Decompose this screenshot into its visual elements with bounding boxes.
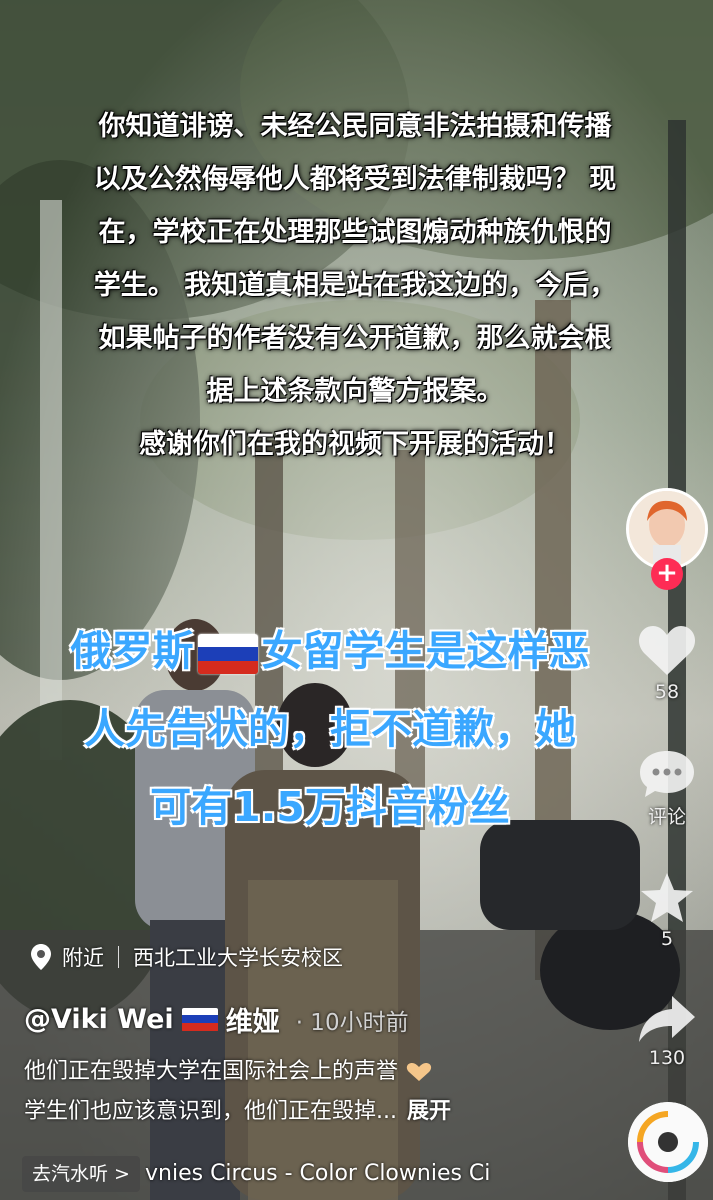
location-pin-icon	[31, 944, 51, 970]
banner-text: 俄罗斯	[70, 627, 194, 675]
comment-button[interactable]: 评论	[622, 748, 712, 829]
caption-line: 如果帖子的作者没有公开道歉，那么就会根	[98, 323, 612, 354]
avatar-image	[629, 491, 705, 567]
comment-icon	[640, 751, 694, 797]
location-label: 附近	[62, 946, 104, 970]
banner-line-2: 人先告状的，拒不道歉，她	[84, 705, 576, 753]
video-caption-overlay: 你知道诽谤、未经公民同意非法拍摄和传播 以及公然侮辱他人都将受到法律制裁吗？ 现…	[40, 100, 670, 471]
like-button[interactable]: 58	[622, 623, 712, 703]
description-text: 学生们也应该意识到，他们正在毁掉...	[24, 1099, 397, 1124]
author-name[interactable]: 维娅	[226, 1000, 280, 1039]
heart-icon	[638, 626, 696, 675]
expand-link[interactable]: 展开	[407, 1099, 451, 1124]
favorite-button[interactable]: 5	[622, 870, 712, 950]
author-line: @Viki Wei 维娅 · 10小时前	[24, 1000, 409, 1039]
video-title-banner: 俄罗斯 女留学生是这样恶 人先告状的，拒不道歉，她 可有1.5万抖音粉丝	[20, 612, 640, 846]
music-disc-icon	[628, 1102, 708, 1182]
share-count: 130	[648, 1047, 686, 1069]
caption-line: 在，学校正在处理那些试图煽动种族仇恨的	[98, 217, 612, 248]
caption-line: 你知道诽谤、未经公民同意非法拍摄和传播	[98, 111, 612, 142]
share-arrow-icon	[639, 996, 695, 1042]
caption-line: 据上述条款向警方报案。	[206, 376, 504, 407]
like-count: 58	[654, 681, 680, 703]
bottom-music-bar: 去汽水听 > vnies Circus - Color Clownies Ci	[0, 1148, 713, 1200]
banner-line-3: 可有1.5万抖音粉丝	[150, 783, 510, 831]
caption-line: 以及公然侮辱他人都将受到法律制裁吗？ 现	[93, 164, 617, 195]
comment-label: 评论	[647, 806, 686, 828]
caption-line: 感谢你们在我的视频下开展的活动！	[139, 429, 571, 460]
listen-on-soda-button[interactable]: 去汽水听 >	[22, 1156, 140, 1192]
favorite-count: 5	[660, 928, 674, 950]
share-button[interactable]: 130	[622, 993, 712, 1069]
post-time: · 10小时前	[295, 1009, 409, 1036]
location-tag[interactable]: 附近 西北工业大学长安校区	[30, 935, 343, 979]
banner-text: 女留学生是这样恶	[261, 627, 590, 675]
location-place: 西北工业大学长安校区	[133, 946, 343, 970]
heart-hands-emoji-icon	[406, 1063, 432, 1081]
follow-button[interactable]: +	[651, 558, 683, 590]
description-text: 他们正在毁掉大学在国际社会上的声誉	[24, 1059, 399, 1084]
music-disc[interactable]	[628, 1102, 708, 1182]
banner-line-1: 俄罗斯 女留学生是这样恶	[20, 612, 640, 690]
author-handle[interactable]: @Viki Wei	[24, 1004, 174, 1035]
location-divider	[118, 946, 119, 968]
video-description: 他们正在毁掉大学在国际社会上的声誉 学生们也应该意识到，他们正在毁掉... 展开	[24, 1052, 584, 1132]
music-ticker[interactable]: vnies Circus - Color Clownies Ci	[145, 1156, 565, 1192]
caption-line: 学生。 我知道真相是站在我这边的，今后，	[93, 270, 617, 301]
russia-flag-icon	[197, 634, 258, 674]
star-icon	[641, 873, 693, 922]
description-line-1: 他们正在毁掉大学在国际社会上的声誉	[24, 1052, 584, 1092]
description-line-2: 学生们也应该意识到，他们正在毁掉... 展开	[24, 1092, 584, 1132]
russia-flag-icon	[181, 1007, 218, 1032]
